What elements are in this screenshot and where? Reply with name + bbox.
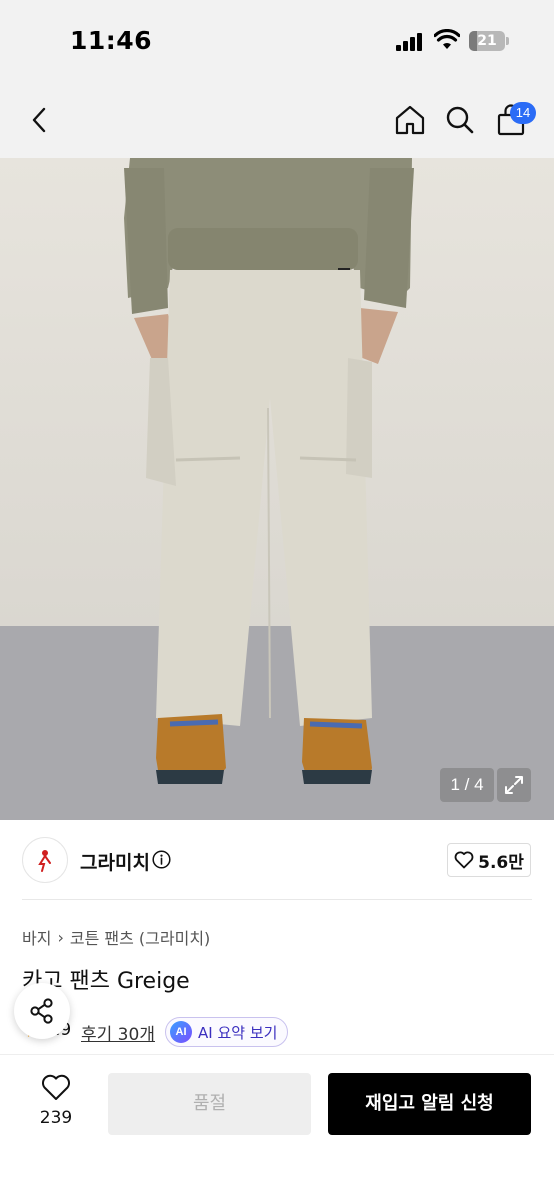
- search-button[interactable]: [438, 98, 482, 142]
- wishlist-count: 239: [39, 1108, 73, 1128]
- ai-badge: AI: [170, 1021, 192, 1043]
- soldout-button: 품절: [108, 1073, 311, 1135]
- chevron-right-icon: ›: [57, 927, 64, 947]
- product-image[interactable]: [0, 158, 554, 820]
- battery-level: 21: [477, 33, 497, 49]
- breadcrumb: 바지 › 코튼 팬츠 (그라미치): [22, 925, 210, 949]
- brand-like-count: 5.6만: [478, 852, 524, 873]
- nav-bar: [0, 84, 554, 158]
- status-bar: 11:46 21: [0, 0, 554, 84]
- brand-logo-mark: [38, 850, 51, 872]
- info-icon[interactable]: [152, 850, 171, 869]
- status-time: 11:46: [70, 26, 153, 55]
- divider: [22, 899, 532, 900]
- signal-icon: [396, 33, 426, 51]
- breadcrumb-item[interactable]: 코튼 팬츠 (그라미치): [70, 925, 210, 949]
- ai-summary-button[interactable]: AI AI 요약 보기: [165, 1017, 289, 1047]
- search-icon: [446, 106, 474, 134]
- heart-icon: [42, 1074, 70, 1100]
- ai-summary-label: AI 요약 보기: [198, 1023, 278, 1042]
- brand-name[interactable]: 그라미치: [80, 848, 150, 875]
- back-icon: [32, 107, 46, 133]
- expand-icon: [505, 776, 523, 794]
- breadcrumb-item[interactable]: 바지: [22, 925, 51, 949]
- review-link[interactable]: 후기 30개: [81, 1020, 155, 1045]
- product-photo: [0, 158, 554, 820]
- image-counter: 1 / 4: [440, 768, 494, 802]
- expand-button[interactable]: [497, 768, 531, 802]
- back-button[interactable]: [18, 98, 62, 142]
- home-icon: [395, 105, 425, 135]
- heart-icon: [454, 851, 474, 869]
- battery-cap: [506, 37, 509, 45]
- share-icon: [30, 998, 53, 1024]
- battery-icon: 21: [469, 31, 505, 51]
- restock-alert-button[interactable]: 재입고 알림 신청: [328, 1073, 531, 1135]
- wifi-icon: [434, 29, 460, 49]
- brand-like-button[interactable]: 5.6만: [447, 843, 531, 877]
- share-button[interactable]: [14, 983, 70, 1039]
- brand-logo[interactable]: [22, 837, 68, 883]
- cart-badge: 14: [510, 102, 536, 124]
- home-button[interactable]: [388, 98, 432, 142]
